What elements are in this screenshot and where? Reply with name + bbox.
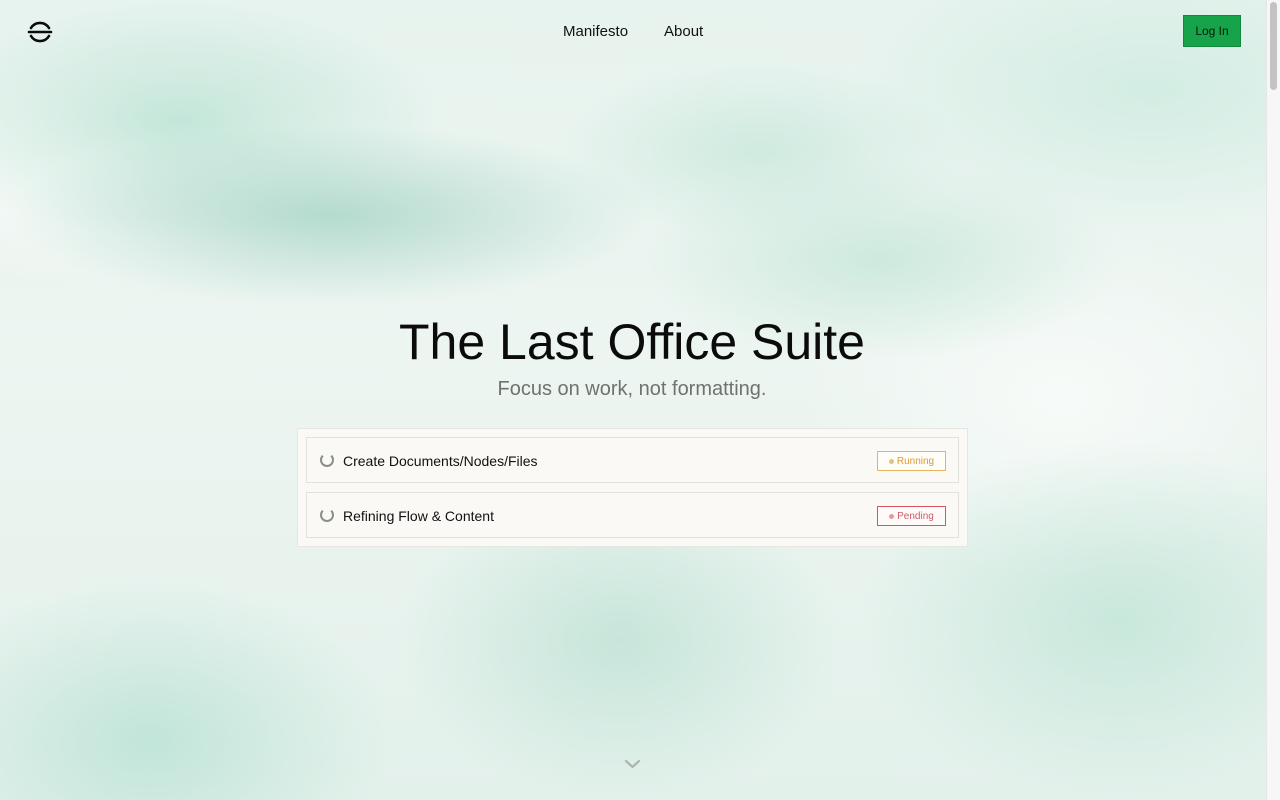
status-badge-running: Running	[877, 451, 946, 471]
hero-subtitle: Focus on work, not formatting.	[497, 378, 767, 400]
spinner-icon	[320, 453, 334, 467]
login-button[interactable]: Log In	[1183, 15, 1241, 47]
status-badge-label: Pending	[897, 510, 934, 522]
scrollbar-thumb[interactable]	[1270, 2, 1277, 90]
task-row[interactable]: Refining Flow & Content Pending	[306, 492, 959, 538]
status-dot-icon	[889, 513, 895, 519]
task-row[interactable]: Create Documents/Nodes/Files Running	[306, 437, 959, 483]
site-header: Manifesto About Log In	[0, 0, 1266, 64]
scrollbar[interactable]	[1266, 0, 1280, 800]
task-label: Create Documents/Nodes/Files	[343, 453, 538, 469]
logo-icon[interactable]	[27, 19, 53, 45]
task-label: Refining Flow & Content	[343, 508, 494, 524]
status-badge-pending: Pending	[877, 506, 946, 526]
nav-link-about[interactable]: About	[664, 23, 703, 41]
spinner-icon	[320, 508, 334, 522]
status-dot-icon	[888, 458, 894, 464]
nav-link-manifesto[interactable]: Manifesto	[563, 23, 628, 41]
chevron-down-icon[interactable]	[624, 758, 641, 770]
hero-title: The Last Office Suite	[399, 314, 865, 370]
status-badge-label: Running	[896, 455, 935, 467]
task-panel: Create Documents/Nodes/Files Running Ref…	[297, 428, 968, 547]
